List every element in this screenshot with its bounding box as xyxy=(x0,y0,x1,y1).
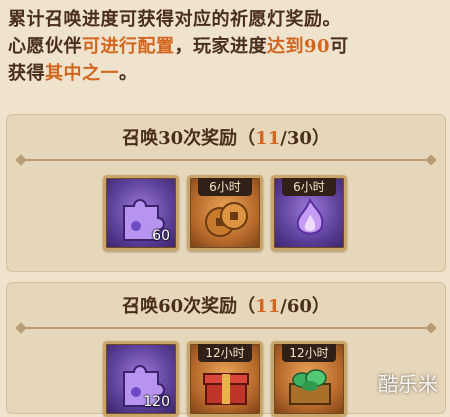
tier-title-close: ） xyxy=(311,296,330,317)
progress-current: 11 xyxy=(255,128,281,149)
purple-flame-icon xyxy=(296,197,324,235)
choice-highlight: 其中之一 xyxy=(45,63,119,84)
tier-title-close: ） xyxy=(311,128,330,149)
tier-title: 召唤30次奖励（11/30） xyxy=(7,125,445,153)
description-text: 获得 xyxy=(8,63,45,84)
description-text: 可 xyxy=(330,36,349,57)
reward-items: 120 12小时 12小时 xyxy=(103,341,347,417)
reward-item-red-chest[interactable]: 12小时 xyxy=(187,341,263,417)
reward-item-jade-chest[interactable]: 12小时 xyxy=(271,341,347,417)
progress-separator: / xyxy=(280,128,287,149)
reward-items: 60 6小时 6小时 xyxy=(103,175,347,251)
progress-target: 30 xyxy=(286,128,312,149)
progress-highlight: 达到90 xyxy=(267,36,331,57)
reward-item-flame[interactable]: 6小时 xyxy=(271,175,347,251)
reward-item-puzzle[interactable]: 60 xyxy=(103,175,179,251)
tier-title-text: 召唤60次奖励（ xyxy=(122,296,256,317)
description-text: 。 xyxy=(119,63,138,84)
item-quantity: 120 xyxy=(143,394,170,410)
divider xyxy=(21,159,431,161)
progress-target: 60 xyxy=(286,296,312,317)
description-text: 累计召唤进度可获得对应的祈愿灯奖励。 xyxy=(8,9,341,30)
configurable-highlight: 可进行配置 xyxy=(82,36,175,57)
jade-chest-icon xyxy=(289,369,331,405)
description-line-2: 心愿伙伴可进行配置，玩家进度达到90可 xyxy=(8,33,444,60)
reward-item-puzzle[interactable]: 120 xyxy=(103,341,179,417)
red-chest-icon xyxy=(203,373,249,405)
divider xyxy=(21,327,431,329)
progress-current: 11 xyxy=(255,296,281,317)
description-text: ，玩家进度 xyxy=(174,36,267,57)
description-text: 心愿伙伴 xyxy=(8,36,82,57)
progress-separator: / xyxy=(280,296,287,317)
tier-title: 召唤60次奖励（11/60） xyxy=(7,293,445,321)
watermark-logo: 酷乐米 xyxy=(378,372,438,396)
description-line-3: 获得其中之一。 xyxy=(8,60,444,87)
reward-description: 累计召唤进度可获得对应的祈愿灯奖励。 心愿伙伴可进行配置，玩家进度达到90可 获… xyxy=(8,6,444,87)
item-quantity: 60 xyxy=(152,228,170,244)
tier-title-text: 召唤30次奖励（ xyxy=(122,128,256,149)
reward-item-coins[interactable]: 6小时 xyxy=(187,175,263,251)
copper-coins-icon xyxy=(205,202,248,237)
reward-tier-30: 召唤30次奖励（11/30） 60 6小时 6小时 xyxy=(6,114,446,272)
description-line-1: 累计召唤进度可获得对应的祈愿灯奖励。 xyxy=(8,6,444,33)
